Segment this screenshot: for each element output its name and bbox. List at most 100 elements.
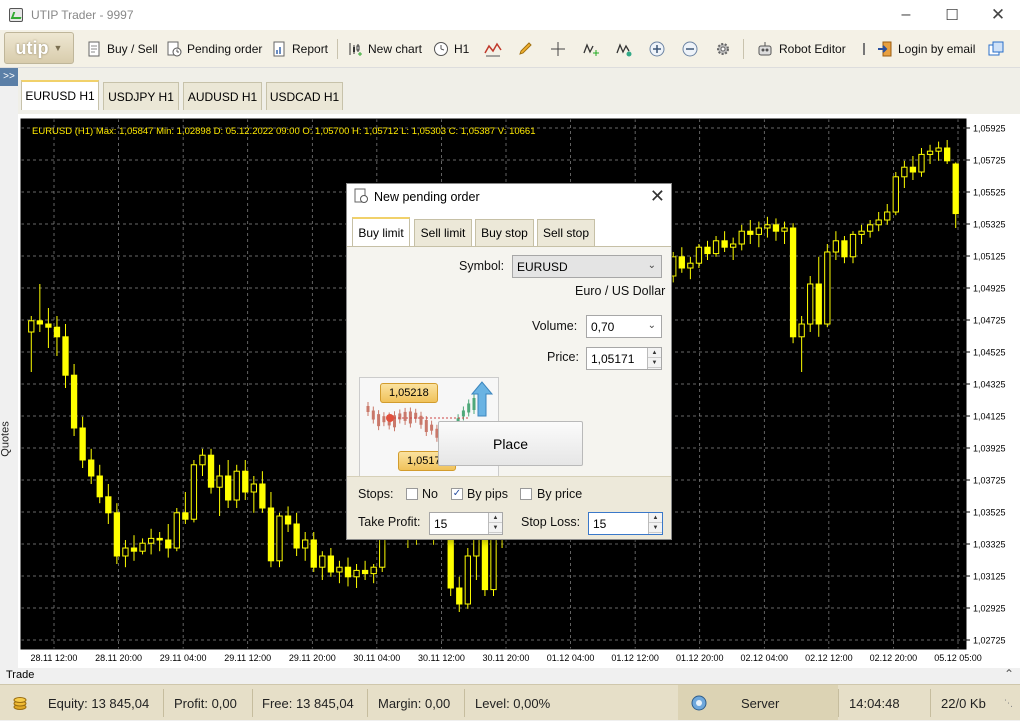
status-separator xyxy=(367,689,368,717)
minimize-button[interactable]: – xyxy=(883,0,929,30)
expand-up-icon[interactable]: ⌃ xyxy=(1004,667,1014,681)
server-label[interactable]: Server xyxy=(741,685,779,721)
indicator-list-button[interactable] xyxy=(616,30,637,67)
price-field[interactable]: 1,05171 ▲ ▼ xyxy=(586,347,662,370)
volume-field[interactable]: 0,70 ⌄ xyxy=(586,315,662,338)
utip-menu-button[interactable]: utip ▼ xyxy=(4,32,74,64)
y-tick-label: 1,03925 xyxy=(973,444,1006,454)
stops-no-checkbox[interactable] xyxy=(406,488,418,500)
price-label: Price: xyxy=(547,350,579,364)
windows-button[interactable] xyxy=(988,30,1009,67)
report-button[interactable]: Report xyxy=(271,30,328,67)
symbol-label: Symbol: xyxy=(459,259,505,273)
take-profit-field[interactable]: 15 ▲ ▼ xyxy=(429,512,503,535)
volume-value: 0,70 xyxy=(591,319,615,334)
stops-by-price-checkbox[interactable] xyxy=(520,488,532,500)
candle-body xyxy=(344,566,352,578)
report-icon xyxy=(271,41,287,57)
candle-body xyxy=(456,587,463,605)
mini-candle xyxy=(382,416,386,423)
candle-body xyxy=(738,230,745,245)
dialog-close-button[interactable]: ✕ xyxy=(650,186,665,207)
tab-sell-limit[interactable]: Sell limit xyxy=(414,219,472,246)
toolbar-separator xyxy=(743,39,744,59)
indicators-button[interactable] xyxy=(484,30,505,67)
y-tick-label: 1,05525 xyxy=(973,188,1006,198)
y-tick-label: 1,03525 xyxy=(973,508,1006,518)
add-indicator-button[interactable] xyxy=(583,30,604,67)
stop-loss-field[interactable]: 15 ▲ ▼ xyxy=(588,512,663,535)
x-tick-label: 05.12 05:00 xyxy=(934,653,982,663)
crosshair-button[interactable] xyxy=(550,30,571,67)
mini-candle xyxy=(398,413,402,420)
stops-by-pips-label: By pips xyxy=(467,487,508,501)
price-stepper[interactable]: ▲ ▼ xyxy=(647,348,661,369)
candle-body xyxy=(284,515,292,525)
candle-body xyxy=(113,512,121,557)
candle-body xyxy=(233,470,240,501)
down-arrow-icon[interactable]: ▼ xyxy=(489,523,502,533)
login-icon xyxy=(877,41,893,57)
toolbar-separator xyxy=(863,43,865,55)
stops-by-pips-checkbox[interactable]: ✓ xyxy=(451,488,463,500)
chart-info-line: EURUSD (H1) Max: 1,05847 Min: 1,02898 D:… xyxy=(32,126,536,137)
zoom-in-button[interactable] xyxy=(649,30,670,67)
down-arrow-icon[interactable]: ▼ xyxy=(648,358,661,368)
pending-order-button[interactable]: Pending order xyxy=(166,30,262,67)
buy-sell-button[interactable]: Buy / Sell xyxy=(86,30,158,67)
new-chart-button[interactable]: New chart xyxy=(347,30,422,67)
take-profit-stepper[interactable]: ▲ ▼ xyxy=(488,513,502,534)
y-tick-label: 1,03125 xyxy=(973,572,1006,582)
up-arrow-icon[interactable]: ▲ xyxy=(648,348,661,358)
x-tick-label: 30.11 20:00 xyxy=(483,653,530,663)
stops-no-label: No xyxy=(422,487,438,501)
y-tick-label: 1,05925 xyxy=(973,124,1006,134)
tab-buy-stop[interactable]: Buy stop xyxy=(475,219,534,246)
timeframe-button[interactable]: H1 xyxy=(433,30,469,67)
candle-body xyxy=(199,454,206,466)
main-toolbar: utip ▼ Buy / Sell Pending order Report Ne… xyxy=(0,30,1020,68)
robot-editor-button[interactable]: Robot Editor xyxy=(756,30,846,67)
stop-loss-stepper[interactable]: ▲ ▼ xyxy=(648,513,662,534)
candle-body xyxy=(105,496,112,514)
toolbar-separator xyxy=(337,39,338,59)
quotes-panel-tab[interactable]: Quotes xyxy=(0,421,12,456)
zoom-out-button[interactable] xyxy=(682,30,703,67)
close-button[interactable]: ✕ xyxy=(975,0,1020,30)
draw-tool-button[interactable] xyxy=(517,30,538,67)
expand-panel-button[interactable]: >> xyxy=(0,68,18,86)
tab-eurusd[interactable]: EURUSD H1 xyxy=(21,80,99,110)
up-arrow-icon[interactable]: ▲ xyxy=(649,513,662,523)
document-icon xyxy=(86,41,102,57)
down-arrow-icon[interactable]: ▼ xyxy=(649,523,662,533)
login-email-button[interactable]: Login by email xyxy=(877,30,975,67)
y-tick-label: 1,04125 xyxy=(973,412,1006,422)
candle-body xyxy=(36,320,43,325)
maximize-button[interactable]: ☐ xyxy=(929,0,975,30)
settings-button[interactable] xyxy=(715,30,736,67)
y-tick-label: 1,03325 xyxy=(973,540,1006,550)
tab-audusd[interactable]: AUDUSD H1 xyxy=(183,82,262,110)
stops-section: Stops: No ✓ By pips By price Take Profit… xyxy=(347,476,671,539)
candle-body xyxy=(88,459,95,477)
tab-buy-limit[interactable]: Buy limit xyxy=(352,217,410,247)
candle-body xyxy=(190,464,198,520)
status-separator xyxy=(464,689,465,717)
candle-body xyxy=(849,233,857,258)
mini-candle xyxy=(408,411,412,424)
candle-body xyxy=(62,336,69,376)
tab-sell-stop[interactable]: Sell stop xyxy=(537,219,595,246)
tab-usdjpy[interactable]: USDJPY H1 xyxy=(103,82,179,110)
candle-body xyxy=(28,320,35,333)
place-button[interactable]: Place xyxy=(438,421,583,466)
y-tick-label: 1,05725 xyxy=(973,156,1006,166)
trade-tab[interactable]: Trade xyxy=(6,669,34,681)
tab-usdcad[interactable]: USDCAD H1 xyxy=(266,82,343,110)
mini-candle xyxy=(461,410,465,417)
up-arrow-icon[interactable]: ▲ xyxy=(489,513,502,523)
resize-grip-icon[interactable]: ⋱ xyxy=(1004,685,1013,721)
login-email-label: Login by email xyxy=(898,41,976,56)
candle-body xyxy=(721,240,728,248)
candle-body xyxy=(704,246,711,255)
symbol-select[interactable]: EURUSD ⌄ xyxy=(512,255,662,278)
